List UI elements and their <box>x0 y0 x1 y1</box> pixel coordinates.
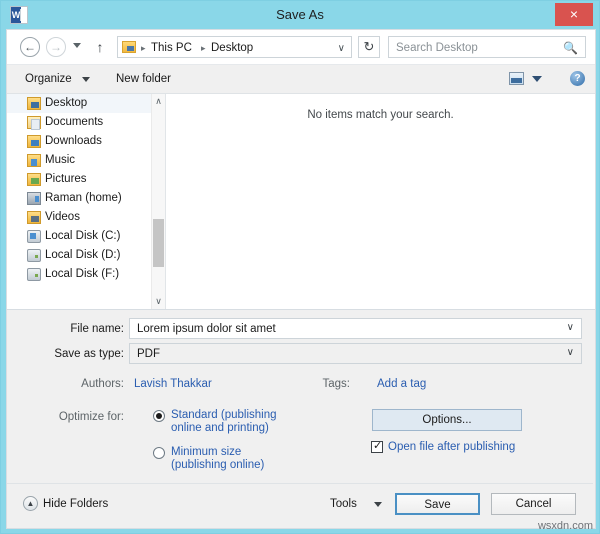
navigation-pane-scrollbar[interactable]: ∧ ∨ <box>151 94 165 309</box>
file-list-pane[interactable]: No items match your search. <box>166 94 595 309</box>
save-as-dialog-window: W Save As × ← → ↑ ▸ This PC ▸ Desktop ∨ … <box>0 0 600 534</box>
page-title: Save As <box>276 7 324 22</box>
sidebar-item-documents[interactable]: Documents <box>7 113 165 132</box>
breadcrumb-separator-icon: ▸ <box>141 43 146 53</box>
open-file-after-publishing-label[interactable]: Open file after publishing <box>388 440 515 454</box>
home-group-icon <box>27 192 41 205</box>
scroll-up-icon[interactable]: ∧ <box>152 94 165 109</box>
sidebar-item-raman-home[interactable]: Raman (home) <box>7 189 165 208</box>
watermark: wsxdn.com <box>537 520 593 532</box>
footer-divider <box>7 483 593 484</box>
sidebar-item-videos[interactable]: Videos <box>7 208 165 227</box>
sidebar-item-label: Local Disk (D:) <box>45 249 121 261</box>
sidebar-item-label: Local Disk (F:) <box>45 268 120 280</box>
toolbar: Organize New folder ? <box>7 65 595 94</box>
new-folder-button[interactable]: New folder <box>116 71 171 87</box>
add-a-tag-link[interactable]: Add a tag <box>377 376 426 392</box>
breadcrumb-item-desktop[interactable]: Desktop <box>211 40 253 56</box>
sidebar-item-label: Downloads <box>45 135 102 147</box>
hide-folders-button[interactable]: Hide Folders <box>43 496 108 512</box>
tools-chevron-down-icon[interactable] <box>374 502 382 507</box>
folder-music-icon <box>27 154 41 167</box>
radio-minimum-size-label-line2[interactable]: (publishing online) <box>171 458 264 472</box>
tools-button[interactable]: Tools <box>330 496 357 512</box>
view-layout-icon[interactable] <box>509 72 524 85</box>
sidebar-item-music[interactable]: Music <box>7 151 165 170</box>
recent-locations-caret-icon[interactable] <box>73 43 81 48</box>
radio-standard[interactable] <box>153 410 165 422</box>
radio-minimum-size-label-line1[interactable]: Minimum size <box>171 445 241 459</box>
hide-folders-icon[interactable]: ▲ <box>23 496 38 511</box>
file-name-label: File name: <box>70 323 124 335</box>
up-button[interactable]: ↑ <box>93 38 107 56</box>
scroll-down-icon[interactable]: ∨ <box>152 294 165 309</box>
sidebar-item-local-disk-d[interactable]: Local Disk (D:) <box>7 246 165 265</box>
sidebar-item-label: Documents <box>45 116 104 128</box>
radio-minimum-size[interactable] <box>153 447 165 459</box>
view-chevron-down-icon[interactable] <box>532 76 542 82</box>
organize-chevron-down-icon[interactable] <box>82 77 90 82</box>
empty-state-message: No items match your search. <box>307 109 454 121</box>
sidebar-item-label: Local Disk (C:) <box>45 230 121 242</box>
search-input[interactable]: Search Desktop 🔍 <box>388 36 586 58</box>
cancel-button[interactable]: Cancel <box>491 493 576 515</box>
close-button[interactable]: × <box>555 3 593 26</box>
search-placeholder: Search Desktop <box>396 42 478 54</box>
breadcrumb-item-this-pc[interactable]: This PC <box>151 40 192 56</box>
folder-downloads-icon <box>27 135 41 148</box>
sidebar-item-local-disk-f[interactable]: Local Disk (F:) <box>7 265 165 284</box>
breadcrumb-folder-icon <box>122 41 136 53</box>
address-bar: ← → ↑ ▸ This PC ▸ Desktop ∨ ↻ Search Des… <box>7 30 595 65</box>
help-icon[interactable]: ? <box>570 71 585 86</box>
refresh-button[interactable]: ↻ <box>358 36 380 58</box>
authors-value-link[interactable]: Lavish Thakkar <box>134 376 212 392</box>
save-button[interactable]: Save <box>395 493 480 515</box>
browse-area: Desktop Documents Downloads Music Pictur… <box>7 94 595 310</box>
save-as-type-chevron-down-icon[interactable]: ∨ <box>567 347 574 358</box>
sidebar-item-label: Videos <box>45 211 80 223</box>
file-name-input[interactable]: Lorem ipsum dolor sit amet ∨ <box>129 318 582 339</box>
folder-documents-icon <box>27 116 41 130</box>
save-as-type-label: Save as type: <box>54 348 124 360</box>
title-bar: W Save As × <box>1 1 599 29</box>
radio-standard-label-line2[interactable]: online and printing) <box>171 421 269 435</box>
folder-desktop-icon <box>27 97 41 110</box>
sidebar-item-label: Music <box>45 154 76 166</box>
save-as-type-select[interactable]: PDF ∨ <box>129 343 582 364</box>
open-file-after-publishing-checkbox[interactable] <box>371 440 383 453</box>
radio-standard-label-line1[interactable]: Standard (publishing <box>171 408 277 422</box>
dialog-body: ← → ↑ ▸ This PC ▸ Desktop ∨ ↻ Search Des… <box>6 29 596 529</box>
back-button[interactable]: ← <box>20 37 40 57</box>
breadcrumb[interactable]: ▸ This PC ▸ Desktop ∨ <box>117 36 352 58</box>
search-icon: 🔍 <box>563 41 578 55</box>
sidebar-item-local-disk-c[interactable]: Local Disk (C:) <box>7 227 165 246</box>
save-as-type-value: PDF <box>137 348 160 360</box>
breadcrumb-separator-icon-2: ▸ <box>201 43 206 53</box>
authors-label: Authors: <box>81 378 124 390</box>
file-name-chevron-down-icon[interactable]: ∨ <box>567 322 574 333</box>
folder-videos-icon <box>27 211 41 224</box>
sidebar-item-desktop[interactable]: Desktop <box>7 94 165 113</box>
sidebar-item-label: Raman (home) <box>45 192 122 204</box>
drive-icon <box>27 268 41 281</box>
drive-icon <box>27 249 41 262</box>
optimize-for-label: Optimize for: <box>58 411 124 423</box>
sidebar-item-label: Pictures <box>45 173 87 185</box>
sidebar-item-pictures[interactable]: Pictures <box>7 170 165 189</box>
file-name-value: Lorem ipsum dolor sit amet <box>137 323 276 335</box>
navigation-pane: Desktop Documents Downloads Music Pictur… <box>7 94 165 309</box>
hard-disk-icon <box>27 230 41 243</box>
breadcrumb-chevron-down-icon[interactable]: ∨ <box>338 43 345 54</box>
folder-pictures-icon <box>27 173 41 186</box>
sidebar-item-downloads[interactable]: Downloads <box>7 132 165 151</box>
forward-button[interactable]: → <box>46 37 66 57</box>
sidebar-item-label: Desktop <box>45 97 88 109</box>
organize-button[interactable]: Organize <box>25 71 72 87</box>
tags-label: Tags: <box>322 378 351 390</box>
scrollbar-thumb[interactable] <box>153 219 164 267</box>
options-button[interactable]: Options... <box>372 409 522 431</box>
